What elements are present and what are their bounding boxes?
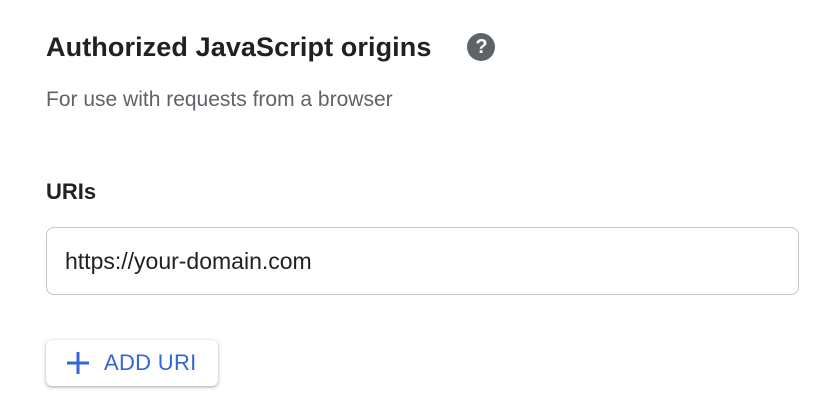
uris-label: URIs [46, 179, 97, 204]
section-subtitle: For use with requests from a browser [46, 88, 393, 111]
section-header: Authorized JavaScript origins ? [46, 28, 496, 66]
add-uri-label: ADD URI [104, 350, 197, 375]
add-uri-button[interactable]: ADD URI [46, 340, 218, 386]
section-title: Authorized JavaScript origins [46, 31, 432, 62]
uri-input[interactable] [46, 227, 799, 295]
authorized-origins-panel: Authorized JavaScript origins ? For use … [0, 0, 834, 420]
help-icon[interactable]: ? [467, 33, 496, 61]
plus-icon [66, 351, 90, 375]
